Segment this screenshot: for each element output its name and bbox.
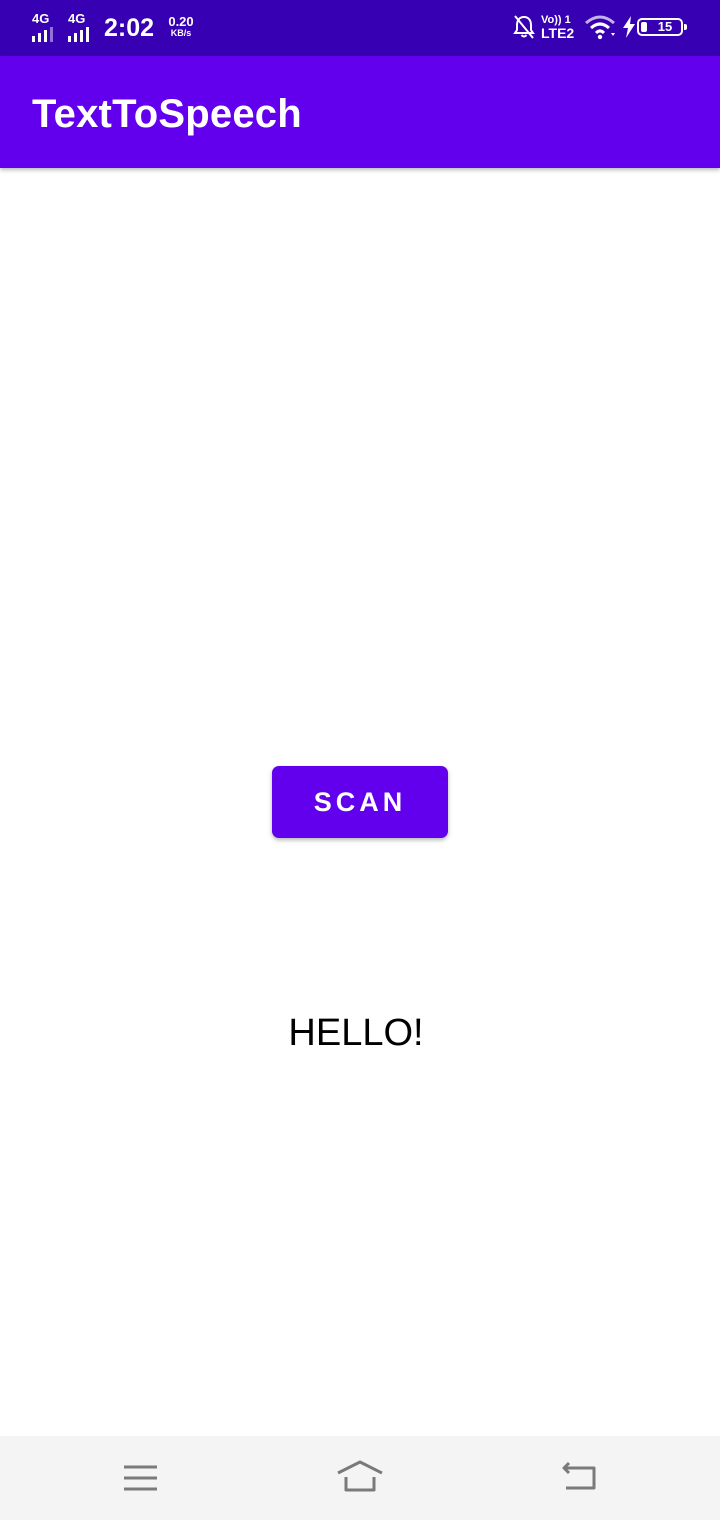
charging-bolt-icon	[623, 16, 635, 38]
sim2-network-label: 4G	[68, 11, 86, 26]
output-text: HELLO!	[288, 1012, 424, 1054]
battery-fill	[641, 22, 647, 32]
status-bar: 4G 4G 2:02 0.20 KB/s Vo)) 1 LTE2 15	[0, 0, 720, 56]
sim1-signal: 4G	[32, 12, 62, 42]
home-icon[interactable]	[336, 1454, 384, 1502]
data-speed-unit: KB/s	[170, 28, 192, 38]
navigation-bar	[0, 1436, 720, 1520]
signal-icon	[68, 27, 89, 42]
battery-level: 15	[657, 19, 673, 34]
menu-icon[interactable]	[116, 1454, 164, 1502]
sim2-signal: 4G	[68, 12, 98, 42]
scan-button[interactable]: SCAN	[272, 766, 448, 838]
bell-off-icon	[513, 15, 535, 39]
data-speed: 0.20 KB/s	[164, 15, 198, 39]
wifi-icon	[585, 15, 615, 40]
screen: 4G 4G 2:02 0.20 KB/s Vo)) 1 LTE2 15 Text…	[0, 0, 720, 1520]
app-bar: TextToSpeech	[0, 56, 720, 168]
battery-tip	[684, 24, 687, 30]
volte-indicator: Vo)) 1 LTE2	[541, 14, 581, 41]
sim1-network-label: 4G	[32, 11, 50, 26]
data-speed-value: 0.20	[168, 14, 194, 29]
signal-icon	[32, 27, 53, 42]
app-title: TextToSpeech	[32, 92, 302, 136]
back-icon[interactable]	[556, 1454, 604, 1502]
status-time: 2:02	[104, 14, 155, 42]
volte-line2: LTE2	[541, 25, 575, 41]
battery-icon: 15	[637, 18, 687, 36]
